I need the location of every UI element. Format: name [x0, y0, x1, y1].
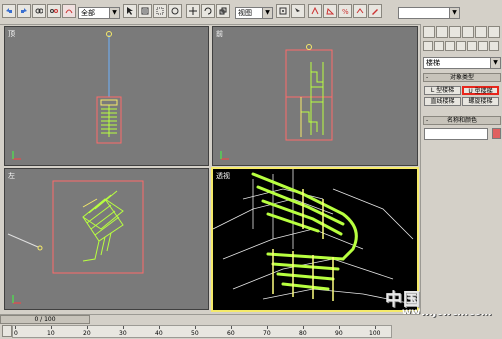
tick-label: 30 — [119, 330, 127, 337]
lights-icon[interactable] — [445, 41, 455, 51]
motion-tab-icon[interactable] — [462, 26, 474, 38]
tick-label: 100 — [369, 330, 381, 337]
object-color-swatch[interactable] — [492, 128, 501, 139]
systems-icon[interactable] — [489, 41, 499, 51]
reference-coordinate-select[interactable]: 视图 ▼ — [235, 7, 273, 19]
tick-label: 70 — [263, 330, 271, 337]
name-color-rollout-header[interactable]: - 名称和颜色 — [423, 116, 501, 125]
tick-label: 60 — [227, 330, 235, 337]
svg-text:%: % — [342, 8, 349, 15]
shapes-icon[interactable] — [434, 41, 444, 51]
chevron-down-icon: ▼ — [262, 8, 272, 18]
tick-label: 40 — [155, 330, 163, 337]
reference-coordinate-value: 视图 — [238, 9, 252, 17]
space-warps-icon[interactable] — [478, 41, 488, 51]
time-slider[interactable]: 0 / 100 — [0, 315, 90, 324]
snap-toggle-icon[interactable] — [308, 4, 322, 18]
tick-label: 10 — [47, 330, 55, 337]
mini-curve-editor-icon[interactable] — [2, 325, 12, 337]
chevron-down-icon: ▼ — [449, 8, 459, 18]
tick-label: 50 — [191, 330, 199, 337]
display-tab-icon[interactable] — [475, 26, 487, 38]
viewport-front[interactable]: 前 — [212, 26, 418, 166]
select-by-name-icon[interactable] — [138, 4, 152, 18]
category-dropdown[interactable]: 楼梯 ▼ — [423, 57, 501, 69]
command-panel-tabs — [423, 26, 501, 38]
utilities-tab-icon[interactable] — [488, 26, 500, 38]
edit-named-selection-icon[interactable] — [368, 4, 382, 18]
selection-filter-select[interactable]: 全部 ▼ — [78, 7, 120, 19]
redo-icon[interactable] — [17, 4, 31, 18]
named-selection-select[interactable]: ▼ — [398, 7, 460, 19]
viewport-top[interactable]: 顶 — [4, 26, 209, 166]
object-type-title: 对象类型 — [449, 74, 474, 81]
tick-label: 80 — [299, 330, 307, 337]
frame-display: 0 / 100 — [34, 316, 56, 323]
pivot-center-icon[interactable] — [276, 4, 290, 18]
select-manipulate-icon[interactable] — [291, 4, 305, 18]
l-type-stair-button[interactable]: L 型楼梯 — [424, 86, 461, 95]
object-type-rollout-header[interactable]: - 对象类型 — [423, 73, 501, 82]
create-category-buttons — [423, 41, 501, 53]
unlink-icon[interactable] — [47, 4, 61, 18]
undo-icon[interactable] — [2, 4, 16, 18]
region-select-icon[interactable] — [153, 4, 167, 18]
helpers-icon[interactable] — [467, 41, 477, 51]
move-icon[interactable] — [186, 4, 200, 18]
collapse-icon: - — [426, 74, 429, 81]
modify-tab-icon[interactable] — [436, 26, 448, 38]
hierarchy-tab-icon[interactable] — [449, 26, 461, 38]
scale-icon[interactable] — [216, 4, 230, 18]
command-panel: 楼梯 ▼ - 对象类型 L 型楼梯 U 型楼梯 直线楼梯 螺旋楼梯 - 名称和颜… — [420, 24, 502, 314]
selection-filter-value: 全部 — [81, 9, 95, 17]
viewport-left[interactable]: 左 — [4, 168, 209, 310]
collapse-icon: - — [426, 117, 429, 124]
window-crossing-icon[interactable] — [168, 4, 182, 18]
tick-label: 0 — [14, 330, 18, 337]
tick-label: 20 — [83, 330, 91, 337]
cameras-icon[interactable] — [456, 41, 466, 51]
tick-label: 90 — [335, 330, 343, 337]
percent-snap-icon[interactable]: % — [338, 4, 352, 18]
stair-front-view — [220, 44, 333, 160]
geometry-icon[interactable] — [423, 41, 433, 51]
straight-stair-button[interactable]: 直线楼梯 — [424, 97, 461, 106]
spinner-snap-icon[interactable] — [353, 4, 367, 18]
name-color-title: 名称和颜色 — [446, 117, 477, 124]
spiral-stair-button[interactable]: 螺旋楼梯 — [462, 97, 499, 106]
chevron-down-icon: ▼ — [490, 58, 500, 68]
chevron-down-icon: ▼ — [109, 8, 119, 18]
category-dropdown-value: 楼梯 — [426, 59, 440, 67]
main-toolbar: 全部 ▼ 视图 ▼ % ▼ — [0, 0, 502, 25]
timeline-bar: 0 / 100 0 10 20 30 40 50 60 70 80 90 100 — [0, 314, 420, 339]
bind-space-warp-icon[interactable] — [62, 4, 76, 18]
object-name-input[interactable] — [424, 128, 488, 140]
rotate-icon[interactable] — [201, 4, 215, 18]
select-link-icon[interactable] — [32, 4, 46, 18]
timeline-ruler[interactable]: 0 10 20 30 40 50 60 70 80 90 100 — [12, 325, 392, 338]
select-object-icon[interactable] — [123, 4, 137, 18]
create-tab-icon[interactable] — [423, 26, 435, 38]
u-type-stair-button[interactable]: U 型楼梯 — [462, 86, 499, 95]
angle-snap-icon[interactable] — [323, 4, 337, 18]
stair-top-view — [12, 31, 122, 160]
stair-left-view — [7, 180, 144, 304]
